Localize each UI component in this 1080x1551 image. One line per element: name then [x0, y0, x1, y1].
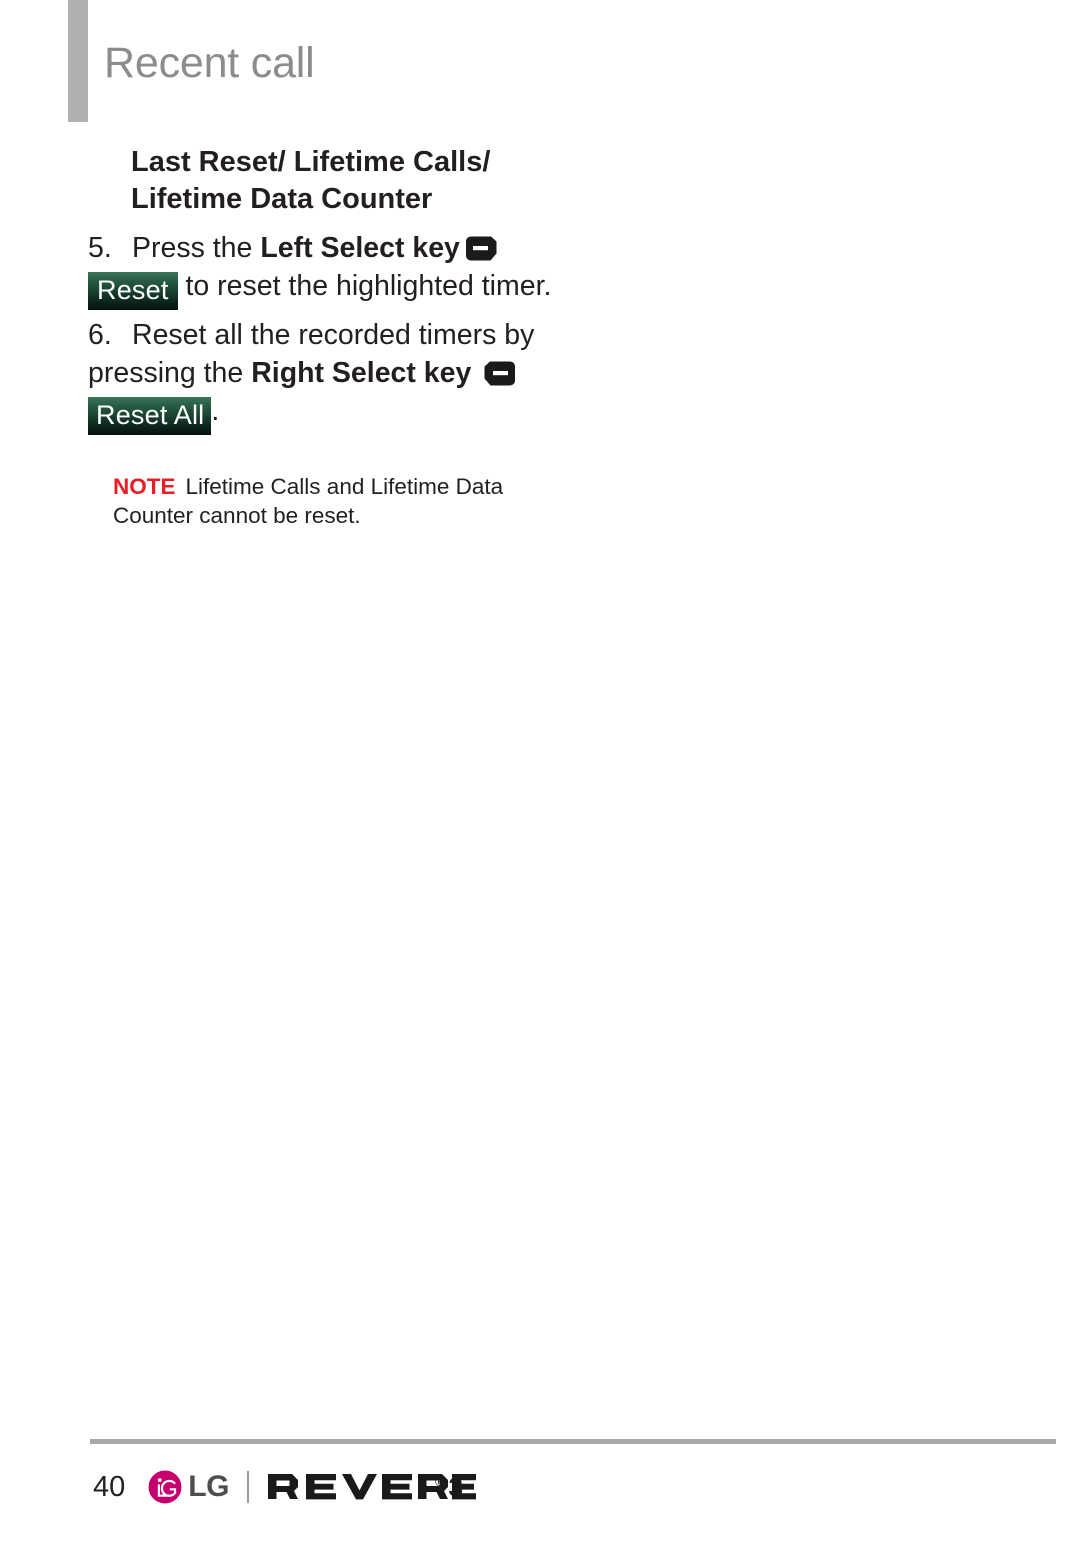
revere-wordmark: [266, 1470, 479, 1504]
product-version-number: 3: [448, 1471, 464, 1502]
right-select-key-icon: [481, 361, 519, 386]
lg-logo: LG: [147, 1469, 229, 1505]
step-body: Press the Left Select key Reset to reset …: [88, 232, 552, 310]
list-item: 6. Reset all the recorded timers by pres…: [88, 316, 558, 435]
step-number: 6.: [88, 319, 112, 351]
note-label: NOTE: [113, 474, 176, 499]
page-footer: 40 LG ® 3: [0, 1437, 1080, 1551]
lg-wordmark: LG: [188, 1470, 229, 1503]
step-text-after: .: [211, 395, 220, 427]
page-header: Recent call: [0, 0, 1080, 130]
list-item: 5. Press the Left Select key Reset to res…: [88, 229, 558, 310]
footer-separator: [246, 1471, 249, 1503]
footer-content: 40 LG ® 3: [93, 1469, 476, 1505]
step-number: 5.: [88, 232, 112, 264]
lg-circle-icon: [147, 1469, 183, 1505]
steps-list: 5. Press the Left Select key Reset to res…: [88, 229, 558, 441]
step-bold-text: Left Select key: [260, 232, 460, 264]
reset-all-chip: Reset All: [88, 397, 212, 435]
left-select-key-icon: [462, 236, 500, 261]
section-heading: Last Reset/ Lifetime Calls/ Lifetime Dat…: [131, 146, 491, 215]
step-text-before: Press the: [132, 232, 261, 264]
product-version-label: ®: [435, 1474, 445, 1489]
note-block: NOTE Lifetime Calls and Lifetime Data Cou…: [113, 472, 533, 530]
reset-chip: Reset: [88, 272, 178, 310]
registered-mark: ®: [434, 1473, 445, 1489]
footer-divider: [90, 1439, 1056, 1444]
page-title: Recent call: [104, 39, 315, 87]
step-body: Reset all the recorded timers by pressin…: [88, 319, 534, 435]
step-bold-text: Right Select key: [251, 357, 472, 389]
page-number: 40: [93, 1470, 126, 1503]
header-accent-bar: [68, 0, 88, 122]
step-text-after: to reset the highlighted timer.: [177, 270, 552, 302]
